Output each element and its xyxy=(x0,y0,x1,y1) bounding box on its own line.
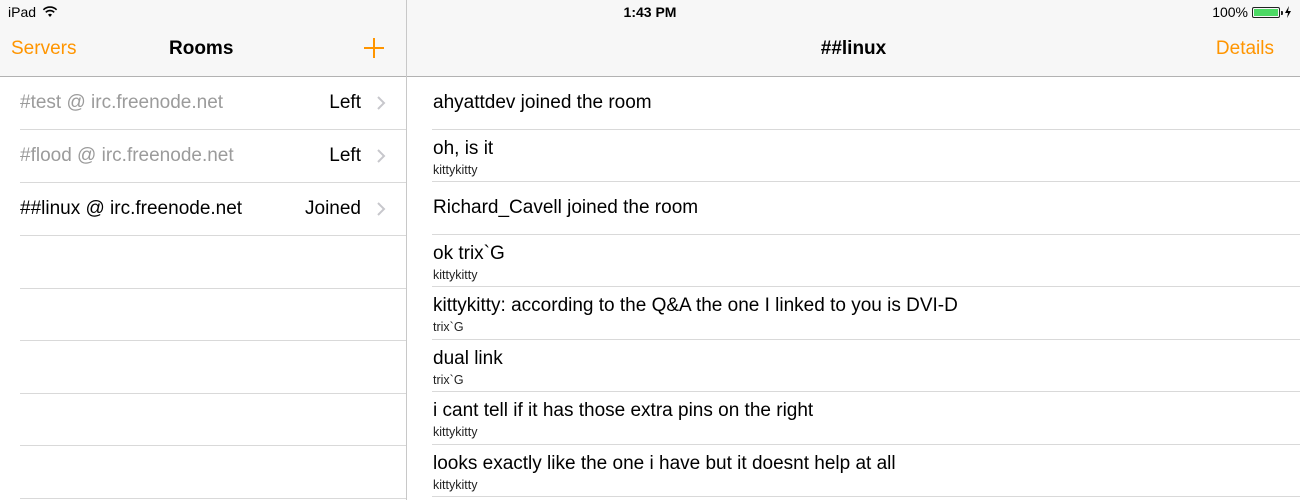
message-author: trix`G xyxy=(433,372,464,387)
message-row: looks exactly like the one i have but it… xyxy=(407,445,1300,497)
message-text: oh, is it xyxy=(433,137,494,159)
message-row: oh, is it kittykitty xyxy=(407,130,1300,182)
battery-icon xyxy=(1252,6,1283,18)
chevron-right-icon xyxy=(377,149,386,163)
empty-row xyxy=(0,394,406,446)
empty-row xyxy=(0,289,406,341)
battery-percent: 100% xyxy=(1212,4,1248,20)
message-row: dual link trix`G xyxy=(407,340,1300,392)
room-state: Left xyxy=(329,145,361,166)
message-list: ahyattdev joined the room oh, is it kittyk… xyxy=(407,77,1300,497)
room-row[interactable]: ##linux @ irc.freenode.net Joined xyxy=(0,183,406,236)
charging-bolt-icon xyxy=(1285,6,1291,18)
row-separator xyxy=(432,496,1300,497)
channel-title: ##linux xyxy=(820,38,887,59)
message-text: ok trix`G xyxy=(433,242,505,264)
clock: 1:43 PM xyxy=(623,4,677,20)
status-right: 100% xyxy=(1212,4,1292,20)
chevron-right-icon xyxy=(377,96,386,110)
room-name: ##linux @ irc.freenode.net xyxy=(20,198,243,219)
rooms-nav-bar: Servers Rooms xyxy=(0,26,406,77)
message-row: ok trix`G kittykitty xyxy=(407,235,1300,287)
rooms-list: #test @ irc.freenode.net Left #flood @ irc… xyxy=(0,77,406,499)
message-author: kittykitty xyxy=(433,267,478,282)
empty-row xyxy=(0,446,406,499)
message-row: ahyattdev joined the room xyxy=(407,77,1300,130)
row-separator xyxy=(20,497,406,499)
message-author: kittykitty xyxy=(433,162,478,177)
room-row[interactable]: #flood @ irc.freenode.net Left xyxy=(0,130,406,183)
empty-row xyxy=(0,341,406,394)
chevron-right-icon xyxy=(377,202,386,216)
rooms-title: Rooms xyxy=(169,38,234,59)
message-text: i cant tell if it has those extra pins o… xyxy=(433,400,814,421)
battery-fill xyxy=(1254,8,1278,16)
message-author: trix`G xyxy=(433,320,464,334)
room-name: #test @ irc.freenode.net xyxy=(20,92,224,113)
room-row[interactable]: #test @ irc.freenode.net Left xyxy=(0,77,406,130)
message-row: Richard_Cavell joined the room xyxy=(407,182,1300,235)
add-room-button[interactable] xyxy=(362,36,386,60)
message-text: ahyattdev joined the room xyxy=(433,92,652,113)
room-state: Left xyxy=(329,92,361,113)
status-bar: iPad 1:43 PM 100% xyxy=(0,0,1300,26)
message-text: Richard_Cavell joined the room xyxy=(433,197,699,218)
message-author: kittykitty xyxy=(433,477,478,492)
room-name: #flood @ irc.freenode.net xyxy=(20,145,234,166)
message-row: kittykitty: according to the Q&A the one… xyxy=(407,287,1300,340)
message-text: looks exactly like the one i have but it… xyxy=(433,452,896,474)
room-state: Joined xyxy=(305,198,361,219)
empty-row xyxy=(0,236,406,289)
details-button[interactable]: Details xyxy=(1216,38,1274,60)
message-row: i cant tell if it has those extra pins o… xyxy=(407,392,1300,445)
message-author: kittykitty xyxy=(433,425,478,439)
message-text: kittykitty: according to the Q&A the one… xyxy=(433,295,958,316)
chat-nav-bar: ##linux Details xyxy=(407,26,1300,77)
message-text: dual link xyxy=(433,347,503,369)
servers-back-button[interactable]: Servers xyxy=(11,38,76,60)
